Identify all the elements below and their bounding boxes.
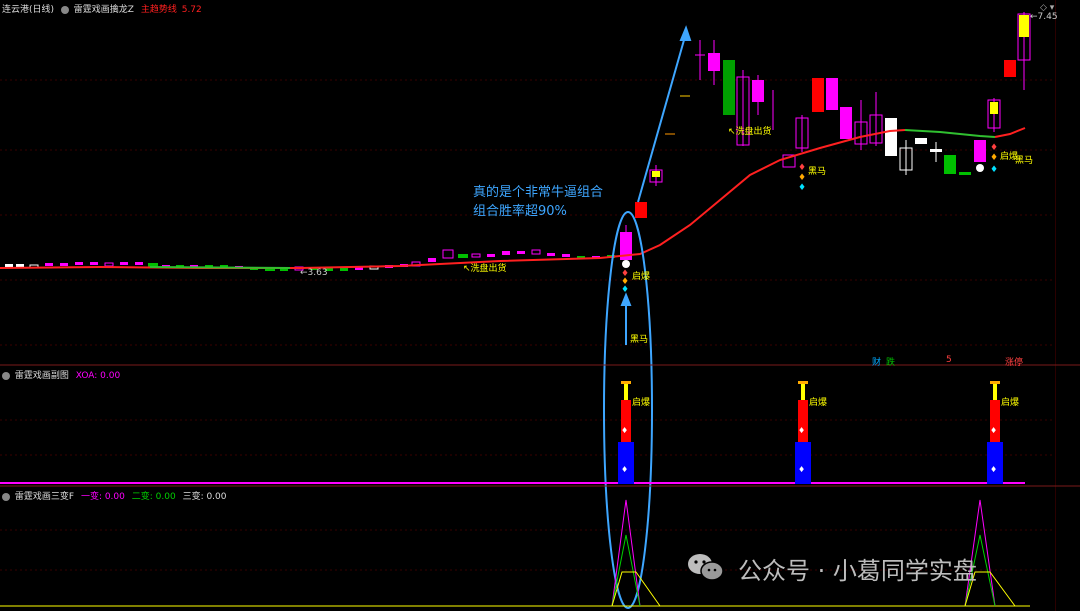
wechat-icon (688, 554, 724, 581)
svg-text:♦: ♦ (990, 153, 998, 163)
yellow-bar (801, 384, 805, 400)
tag-cai: 财 (872, 358, 882, 368)
mid-panel-header: 雷霆戏画副图 XOA: 0.00 (2, 368, 120, 381)
svg-text:♦: ♦ (990, 143, 998, 153)
label-heima-2: 黑马 (808, 167, 827, 177)
svg-text:♦: ♦ (798, 465, 805, 474)
candle (652, 171, 660, 177)
bottom-panel-title[interactable]: 雷霆戏画三变F (15, 492, 74, 502)
svg-text:♦: ♦ (798, 183, 806, 193)
candle (531, 249, 541, 255)
settings-icon[interactable] (2, 371, 10, 380)
mid-panel-value: XOA: 0.00 (75, 371, 121, 381)
mid-panel-title[interactable]: 雷霆戏画副图 (15, 371, 69, 381)
candle (135, 262, 143, 265)
annotation-arrows (620, 25, 692, 345)
red-bar (621, 400, 631, 442)
candle (120, 262, 128, 265)
price-high-label: ←7.45 (1030, 12, 1058, 22)
candle (840, 107, 852, 139)
candle (959, 172, 971, 175)
svg-text:♦: ♦ (990, 426, 997, 435)
label-heima-3: 黑马 (1015, 156, 1034, 166)
candle (635, 202, 647, 218)
candle (562, 254, 570, 257)
candle (915, 138, 927, 144)
candle (752, 80, 764, 102)
blue-bar (795, 442, 811, 484)
svg-text:♦: ♦ (798, 163, 806, 173)
yellow-bar (993, 384, 997, 400)
candle (60, 263, 68, 266)
trend-line (0, 129, 906, 269)
trend-line-green-segment (904, 129, 996, 138)
v1-label: 一变: 0.00 (80, 492, 125, 502)
mid-panel-bars: ♦ ♦ ♦ ♦ ♦ ♦ (0, 381, 1025, 484)
candle (885, 118, 897, 156)
plus-marker-icon (622, 260, 630, 268)
svg-text:♦: ♦ (798, 426, 805, 435)
blue-bar (618, 442, 634, 484)
label-qibao: 启爆 (632, 272, 651, 282)
mid-label-qibao-2: 启爆 (809, 398, 828, 408)
watermark-text: 公众号 · 小葛同学实盘 (738, 557, 977, 585)
candle (487, 254, 495, 257)
candle (547, 253, 555, 256)
candle (708, 53, 720, 71)
svg-text:♦: ♦ (990, 165, 998, 175)
label-xipan: ↖洗盘出货 (463, 264, 507, 274)
candle (104, 262, 114, 267)
main-candlestick-chart: ♦ ♦ ♦ ♦ ♦ ♦ ♦ ♦ ♦ ♦ ♦ ♦ ♦ ♦ ♦ (0, 12, 1080, 609)
candle (812, 78, 824, 112)
candle (75, 262, 83, 265)
svg-text:♦: ♦ (621, 426, 628, 435)
svg-text:♦: ♦ (798, 173, 806, 183)
label-heima: 黑马 (630, 335, 649, 345)
settings-icon[interactable] (2, 492, 10, 501)
candle (826, 78, 838, 110)
annotation-line-1: 真的是个非常牛逼组合 (473, 185, 604, 200)
red-bar (990, 400, 1000, 442)
tag-zhangting: 涨停 (1005, 358, 1024, 368)
tag-die: 跌 (886, 358, 896, 368)
candle (340, 268, 348, 271)
candle (1004, 60, 1016, 77)
tag-5: 5 (946, 355, 952, 365)
mid-label-qibao-3: 启爆 (1001, 398, 1020, 408)
candle (502, 251, 510, 255)
candle (930, 149, 942, 152)
svg-text:♦: ♦ (990, 465, 997, 474)
candle (1019, 15, 1029, 37)
candle (16, 264, 24, 267)
blue-bar (987, 442, 1003, 484)
annotation-text: 真的是个非常牛逼组合 组合胜率超90% (473, 183, 603, 221)
trend-line-end (994, 127, 1026, 138)
candle (723, 60, 735, 115)
label-xipan-2: ↖洗盘出货 (728, 127, 772, 137)
yellow-bar (624, 384, 628, 400)
svg-text:♦: ♦ (621, 465, 628, 474)
candle (90, 262, 98, 265)
bottom-panel-header: 雷霆戏画三变F 一变: 0.00 二变: 0.00 三变: 0.00 (2, 489, 227, 502)
candle (442, 249, 454, 259)
candle (517, 251, 525, 254)
v2-label: 二变: 0.00 (131, 492, 176, 502)
mid-label-qibao-1: 启爆 (632, 398, 651, 408)
candle (5, 264, 13, 267)
annotation-line-2: 组合胜率超90% (473, 204, 567, 219)
candle (428, 258, 436, 262)
candle (990, 102, 998, 114)
candle (45, 263, 53, 266)
svg-text:♦: ♦ (621, 285, 629, 295)
candle (944, 155, 956, 174)
price-low-label: ←3.63 (300, 268, 328, 278)
candle (974, 140, 986, 162)
candle (458, 254, 468, 258)
v3-label: 三变: 0.00 (182, 492, 227, 502)
red-bar (798, 400, 808, 442)
candle (471, 253, 481, 258)
